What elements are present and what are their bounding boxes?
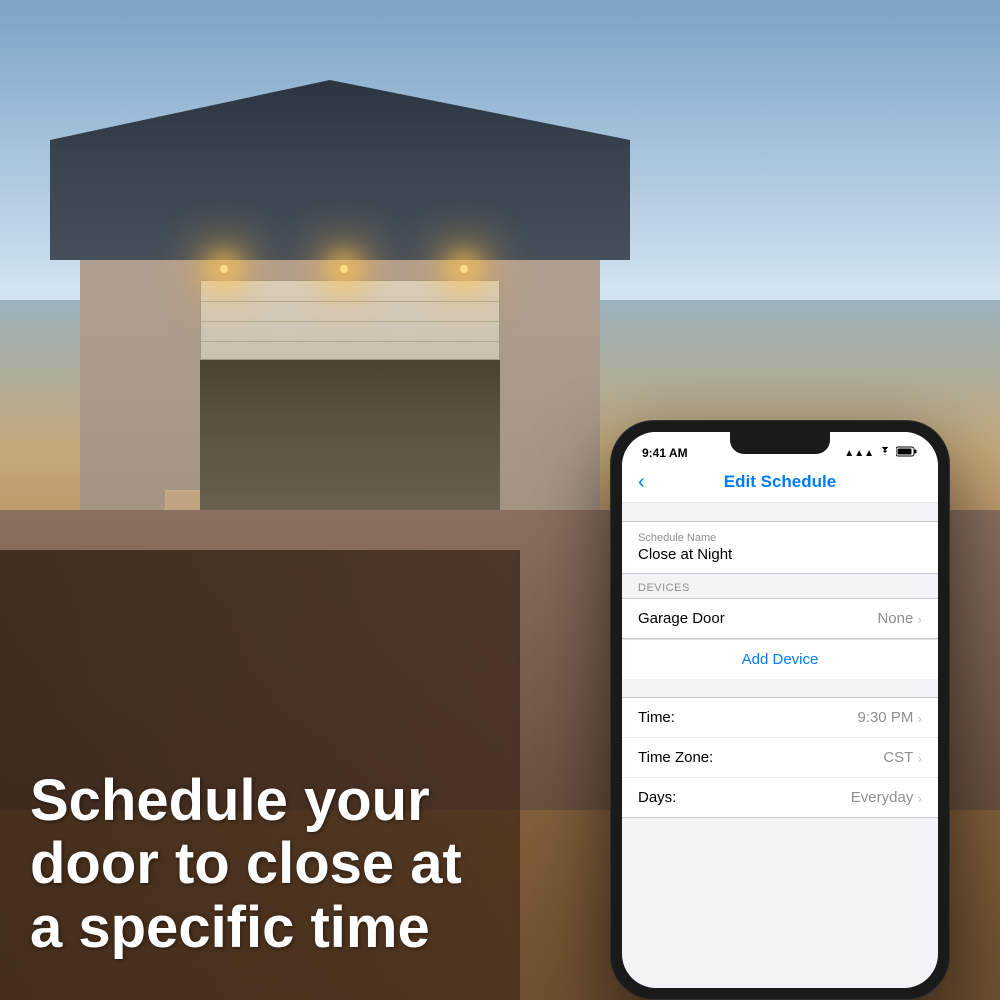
- time-row[interactable]: Time: 9:30 PM ›: [622, 698, 938, 738]
- days-row[interactable]: Days: Everyday ›: [622, 778, 938, 817]
- nav-bar: ‹ Edit Schedule: [622, 464, 938, 503]
- days-label: Days:: [638, 789, 676, 806]
- days-chevron-icon: ›: [917, 790, 922, 806]
- wifi-icon: [878, 447, 892, 460]
- battery-icon: [896, 446, 918, 460]
- garage-light-right: [460, 265, 468, 273]
- time-label: Time:: [638, 709, 675, 726]
- schedule-name-label: Schedule Name: [638, 532, 922, 544]
- garage-door-chevron-icon: ›: [917, 611, 922, 627]
- schedule-name-form: Schedule Name Close at Night: [622, 521, 938, 574]
- add-device-label: Add Device: [742, 651, 819, 668]
- schedule-name-section: Schedule Name Close at Night: [622, 521, 938, 574]
- settings-section: Time: 9:30 PM › Time Zone: CST ›: [622, 697, 938, 818]
- signal-icon: ▲▲▲: [844, 448, 874, 459]
- timezone-chevron-icon: ›: [917, 750, 922, 766]
- garage-door-line-1: [201, 301, 499, 302]
- garage-light-center: [340, 265, 348, 273]
- garage-door-line-2: [201, 321, 499, 322]
- status-icons: ▲▲▲: [844, 446, 918, 460]
- garage-door-value: None: [877, 610, 913, 627]
- back-chevron-icon: ‹: [638, 471, 645, 494]
- time-value: 9:30 PM: [857, 709, 913, 726]
- back-button[interactable]: ‹: [638, 471, 645, 494]
- timezone-label: Time Zone:: [638, 749, 713, 766]
- schedule-name-value: Close at Night: [638, 546, 922, 563]
- timezone-row[interactable]: Time Zone: CST ›: [622, 738, 938, 778]
- devices-section: DEVICES Garage Door None › Add Device: [622, 574, 938, 679]
- add-device-button[interactable]: Add Device: [622, 639, 938, 679]
- marketing-headline: Schedule your door to close at a specifi…: [30, 769, 510, 960]
- time-value-group: 9:30 PM ›: [857, 709, 922, 726]
- phone-body: 9:41 AM ▲▲▲: [610, 420, 950, 1000]
- status-time: 9:41 AM: [642, 446, 688, 460]
- days-value-group: Everyday ›: [851, 789, 922, 806]
- nav-title: Edit Schedule: [724, 472, 836, 492]
- phone-notch: [730, 432, 830, 454]
- schedule-name-row[interactable]: Schedule Name Close at Night: [622, 522, 938, 573]
- phone-screen: 9:41 AM ▲▲▲: [622, 432, 938, 988]
- garage-door-label: Garage Door: [638, 610, 725, 627]
- time-chevron-icon: ›: [917, 710, 922, 726]
- timezone-value-group: CST ›: [883, 749, 922, 766]
- timezone-value: CST: [883, 749, 913, 766]
- phone-mockup: 9:41 AM ▲▲▲: [610, 420, 950, 1000]
- garage-door-value-group: None ›: [877, 610, 922, 627]
- garage-door: [200, 280, 500, 360]
- app-content: Schedule Name Close at Night DEVICES Gar…: [622, 503, 938, 818]
- devices-section-label: DEVICES: [622, 574, 938, 598]
- garage-light-left: [220, 265, 228, 273]
- garage-door-line-3: [201, 341, 499, 342]
- garage-door-row[interactable]: Garage Door None ›: [622, 598, 938, 639]
- days-value: Everyday: [851, 789, 914, 806]
